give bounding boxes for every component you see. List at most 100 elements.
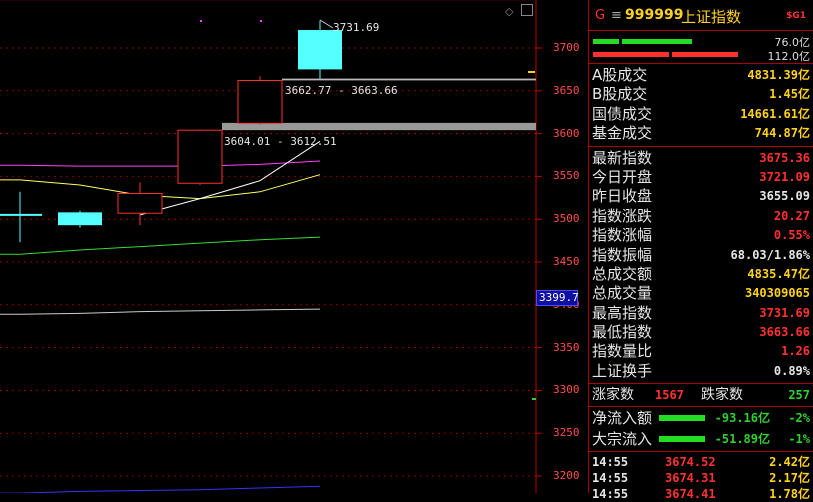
tick-amount: 1.78亿 (769, 487, 810, 502)
money-flow-bar (659, 436, 705, 443)
tick-row[interactable]: 14:55 3674.31 2.17亿 (589, 470, 813, 486)
tick-row[interactable]: 14:55 3674.52 2.42亿 (589, 454, 813, 470)
tick-amount: 2.17亿 (769, 471, 810, 486)
price-axis-label: 3700 (553, 41, 580, 54)
chart-corner-icons[interactable]: ◇ (505, 4, 533, 18)
red-bar-2 (672, 52, 738, 57)
tick-time: 14:55 (592, 455, 629, 470)
stat-row-label: 指数涨跌 (592, 206, 653, 225)
menu-icon[interactable]: ≡ (611, 8, 622, 23)
stat-row-label: 指数振幅 (592, 245, 653, 264)
stat-row: 指数涨幅 0.55% (589, 226, 813, 245)
stat-row-value: 68.03/1.86% (730, 247, 810, 262)
window-icon[interactable] (520, 4, 533, 16)
moving-average-line (139, 140, 321, 216)
right-marker (528, 71, 535, 73)
stat-row-value: 4835.47亿 (747, 266, 810, 281)
turnover-row-value: 1.45亿 (769, 87, 810, 102)
high-annotation: 3731.69 (333, 21, 380, 34)
quote-panel: G ≡ 999999 上证指数 $G1 76.0亿 112.0亿 A股成交 483… (588, 0, 813, 501)
diamond-icon[interactable]: ◇ (505, 5, 513, 18)
turnover-row-value: 4831.39亿 (747, 68, 810, 82)
moving-average-line (0, 485, 321, 493)
red-bar-1 (593, 52, 669, 57)
money-flow-label: 净流入额 (592, 409, 653, 428)
stat-row-value: 3675.36 (759, 150, 810, 165)
stat-row-value: 3663.66 (759, 325, 810, 340)
down-count: 257 (788, 388, 810, 403)
price-axis-label: 3450 (553, 255, 580, 268)
stat-row-value: 3731.69 (759, 305, 810, 320)
right-marker (532, 398, 536, 400)
turnover-row: B股成交 1.45亿 (589, 85, 813, 104)
money-flow-row: 净流入额 -93.16亿 -2% (589, 408, 813, 429)
stat-row-value: 3655.09 (759, 189, 810, 204)
stat-row-value: 0.89% (773, 363, 810, 378)
stat-row-label: 总成交额 (592, 264, 653, 283)
turnover-row-label: B股成交 (592, 85, 648, 104)
gap-annotation-lower: 3604.01 - 3612.51 (224, 135, 337, 148)
top-marker (200, 20, 202, 22)
top-marker (260, 20, 262, 22)
price-axis-label: 3300 (553, 383, 580, 397)
stat-row-label: 总成交量 (592, 284, 653, 303)
index-name: 上证指数 (681, 8, 742, 26)
stat-row-label: 昨日收盘 (592, 187, 653, 206)
turnover-row-label: A股成交 (592, 66, 648, 84)
turnover-row-value: 744.87亿 (754, 126, 810, 141)
stat-row-label: 最新指数 (592, 148, 653, 167)
kline-chart[interactable]: ◇ 37003650360035503500345034003350330032… (0, 0, 586, 493)
candle-body (177, 129, 223, 184)
candle-body (58, 212, 102, 226)
stat-row-label: 上证换手 (592, 361, 653, 380)
tick-price: 3674.52 (665, 455, 716, 470)
down-count-label: 跌家数 (701, 387, 743, 404)
stat-row-value: 20.27 (773, 208, 810, 223)
tick-price: 3674.31 (665, 471, 716, 486)
panel-header: G ≡ 999999 上证指数 $G1 (589, 0, 813, 31)
cursor-price-label: 3399.7 (536, 290, 579, 306)
turnover-section: A股成交 4831.39亿 B股成交 1.45亿 国债成交 14661.61亿 基金成交 74… (589, 64, 813, 147)
price-axis-label: 3500 (553, 212, 580, 226)
up-count: 1567 (655, 388, 684, 403)
bar2-value: 112.0亿 (767, 50, 811, 63)
stat-row-value: 1.26 (781, 344, 810, 359)
advance-decline: 涨家数 1567 跌家数 257 (589, 384, 813, 408)
stat-row: 总成交额 4835.47亿 (589, 265, 813, 284)
kline-canvas[interactable] (0, 0, 586, 493)
stat-row: 今日开盘 3721.09 (589, 168, 813, 187)
stat-row-label: 指数量比 (592, 342, 653, 361)
stat-row-value: 3721.09 (759, 169, 810, 184)
up-count-label: 涨家数 (592, 387, 634, 404)
price-axis-label: 3200 (553, 469, 580, 482)
tick-list[interactable]: 14:55 3674.52 2.42亿 14:55 3674.31 2.17亿 14:55 3… (589, 452, 813, 502)
candle-body (117, 193, 163, 214)
market-badge: $G1 (786, 11, 806, 21)
moving-average-line (0, 308, 321, 315)
moving-average-line (0, 236, 321, 255)
stat-row-label: 最低指数 (592, 323, 653, 342)
turnover-row-label: 国债成交 (592, 104, 653, 123)
tick-time: 14:55 (592, 471, 629, 486)
index-code: 999999 (625, 7, 684, 23)
tick-amount: 2.42亿 (769, 455, 810, 470)
tick-price: 3674.41 (665, 487, 716, 502)
money-flow-bar (659, 415, 705, 422)
moving-average-line (0, 160, 321, 167)
market-letter[interactable]: G (595, 8, 605, 23)
stat-row: 上证换手 0.89% (589, 362, 813, 381)
stat-row: 指数涨跌 20.27 (589, 207, 813, 226)
money-flow-value: -51.89亿 (714, 432, 770, 447)
money-flow-value: -93.16亿 (714, 411, 770, 426)
green-bar-1 (593, 39, 619, 44)
turnover-row: A股成交 4831.39亿 (589, 66, 813, 85)
tick-row[interactable]: 14:55 3674.41 1.78亿 (589, 486, 813, 502)
turnover-row-label: 基金成交 (592, 124, 653, 143)
stat-row-label: 指数涨幅 (592, 226, 653, 245)
stat-row-value: 340309065 (744, 286, 810, 301)
stat-row-label: 今日开盘 (592, 167, 653, 186)
money-flow-section: 净流入额 -93.16亿 -2% 大宗流入 -51.89亿 -1% (589, 407, 813, 453)
money-flow-label: 大宗流入 (592, 430, 653, 449)
volume-bars: 76.0亿 112.0亿 (589, 31, 813, 64)
candle-body (298, 30, 342, 70)
